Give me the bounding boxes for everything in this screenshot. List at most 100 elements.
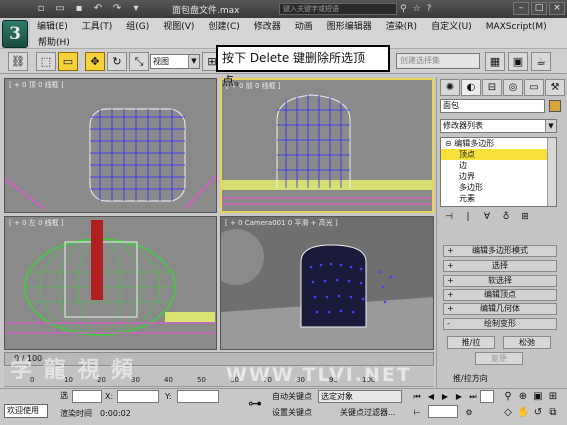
- relax-button[interactable]: 松弛: [503, 336, 551, 349]
- new-icon[interactable]: ▫: [34, 3, 48, 15]
- current-frame-field[interactable]: [480, 390, 494, 403]
- stack-item-edge[interactable]: 边: [441, 160, 556, 171]
- time-config-icon[interactable]: ⚙: [462, 406, 476, 419]
- zoom-icon[interactable]: ⚲: [502, 391, 514, 403]
- display-tab-icon[interactable]: ▭: [524, 79, 544, 96]
- revert-button[interactable]: 复原: [475, 352, 523, 365]
- dropdown-icon[interactable]: ▾: [129, 3, 143, 15]
- stack-item-element[interactable]: 元素: [441, 193, 556, 204]
- stack-item-vertex[interactable]: 顶点: [441, 149, 556, 160]
- rollout-edit-poly-mode[interactable]: + 编辑多边形模式: [443, 245, 557, 257]
- track-bar[interactable]: 0 10 20 30 40 50 60 70 80 90 100: [4, 367, 434, 387]
- stack-item-polygon[interactable]: 多边形: [441, 182, 556, 193]
- time-slider[interactable]: [4, 352, 434, 366]
- select-region-icon[interactable]: ⬚: [36, 52, 56, 71]
- zoom-extents-icon[interactable]: ▣: [532, 391, 544, 403]
- menu-rendering[interactable]: 渲染(R): [379, 21, 424, 33]
- stack-scrollbar[interactable]: [547, 138, 556, 206]
- remove-modifier-icon[interactable]: ♁: [500, 212, 512, 222]
- named-selection-set[interactable]: 创建选择集: [396, 53, 480, 69]
- pin-stack-icon[interactable]: ⊣: [443, 212, 455, 222]
- rotate-icon[interactable]: ↻: [107, 52, 127, 71]
- frame-input[interactable]: [428, 405, 458, 418]
- zoom-all-icon[interactable]: ⊕: [517, 391, 529, 403]
- render-frame-icon[interactable]: ▣: [508, 52, 528, 71]
- viewport-top[interactable]: [ + 0 顶 0 线框 ]: [4, 78, 217, 213]
- viewport-camera-label[interactable]: [ + 0 Camera001 0 平滑 + 高光 ]: [225, 218, 338, 228]
- menu-create[interactable]: 创建(C): [201, 21, 246, 33]
- stack-item-border[interactable]: 边界: [441, 171, 556, 182]
- push-pull-button[interactable]: 推/拉: [447, 336, 495, 349]
- menu-maxscript[interactable]: MAXScript(M): [479, 21, 554, 33]
- viewport-left[interactable]: [ + 0 左 0 线框 ]: [4, 216, 217, 350]
- key-filters-button[interactable]: 关键点过滤器...: [340, 407, 396, 419]
- fov-icon[interactable]: ◇: [502, 407, 514, 419]
- key-mode-toggle-icon[interactable]: ⊢: [410, 406, 424, 419]
- next-frame-icon[interactable]: ▶: [452, 390, 466, 403]
- create-tab-icon[interactable]: ✺: [440, 79, 460, 96]
- binoculars-icon[interactable]: ⚲: [400, 3, 407, 15]
- configure-sets-icon[interactable]: ⊞: [519, 212, 531, 222]
- set-key-button[interactable]: 设置关键点: [272, 407, 312, 419]
- open-icon[interactable]: ▭: [53, 3, 67, 15]
- star-icon[interactable]: ☆: [413, 3, 421, 15]
- menu-graph-editors[interactable]: 图形编辑器: [320, 21, 379, 33]
- orbit-icon[interactable]: ↺: [532, 407, 544, 419]
- zoom-extents-all-icon[interactable]: ⊞: [547, 391, 559, 403]
- x-coordinate-field[interactable]: [117, 390, 159, 403]
- undo-icon[interactable]: ↶: [91, 3, 105, 15]
- modify-tab-icon[interactable]: ◐: [461, 79, 481, 96]
- rollout-edit-vertices[interactable]: + 编辑顶点: [443, 289, 557, 301]
- rect-select-icon[interactable]: ▭: [58, 52, 78, 71]
- maximize-button[interactable]: □: [531, 2, 547, 15]
- prev-frame-icon[interactable]: ◀: [424, 390, 438, 403]
- object-color-swatch[interactable]: [549, 100, 561, 112]
- minimize-button[interactable]: –: [513, 2, 529, 15]
- redo-icon[interactable]: ↷: [110, 3, 124, 15]
- go-to-start-icon[interactable]: ⏮: [410, 390, 424, 403]
- close-button[interactable]: ×: [549, 2, 565, 15]
- stack-item-edit-poly[interactable]: ⊝ 编辑多边形: [441, 138, 556, 149]
- scale-icon[interactable]: ⤡: [129, 52, 149, 71]
- key-icon[interactable]: ⊶: [244, 390, 266, 420]
- menu-customize[interactable]: 自定义(U): [424, 21, 479, 33]
- move-icon[interactable]: ✥: [85, 52, 105, 71]
- key-mode-select[interactable]: 选定对象: [318, 390, 402, 403]
- rollout-paint-deformation[interactable]: - 绘制变形: [443, 318, 557, 330]
- menu-tools[interactable]: 工具(T): [75, 21, 120, 33]
- maxscript-listener[interactable]: 欢迎使用: [4, 404, 48, 418]
- viewport-top-label[interactable]: [ + 0 顶 0 线框 ]: [9, 80, 64, 90]
- maximize-viewport-icon[interactable]: ⧉: [547, 407, 559, 419]
- reference-coord-select[interactable]: 视图 ▼: [150, 54, 200, 69]
- show-end-result-icon[interactable]: |: [462, 212, 474, 222]
- modifier-list-dropdown[interactable]: 修改器列表 ▼: [440, 119, 557, 133]
- y-coordinate-field[interactable]: [177, 390, 219, 403]
- hierarchy-tab-icon[interactable]: ⊟: [482, 79, 502, 96]
- app-logo-button[interactable]: 3: [2, 20, 28, 48]
- menu-views[interactable]: 视图(V): [156, 21, 201, 33]
- viewport-left-label[interactable]: [ + 0 左 0 线框 ]: [9, 218, 64, 228]
- play-icon[interactable]: ▶: [438, 390, 452, 403]
- rollout-selection[interactable]: + 选择: [443, 260, 557, 272]
- rollout-soft-selection[interactable]: + 软选择: [443, 275, 557, 287]
- viewport-camera[interactable]: [ + 0 Camera001 0 平滑 + 高光 ]: [220, 216, 434, 350]
- utilities-tab-icon[interactable]: ⚒: [545, 79, 565, 96]
- render-setup-icon[interactable]: ▦: [485, 52, 505, 71]
- viewport-front[interactable]: [ + 0 前 0 线框 ]: [220, 78, 434, 213]
- object-name-field[interactable]: 面包: [440, 99, 545, 113]
- help-icon[interactable]: ?: [427, 3, 432, 15]
- menu-group[interactable]: 组(G): [119, 21, 156, 33]
- pan-icon[interactable]: ✋: [517, 407, 529, 419]
- menu-help[interactable]: 帮助(H): [38, 35, 70, 48]
- save-icon[interactable]: ▪: [72, 3, 86, 15]
- menu-animation[interactable]: 动画: [288, 21, 320, 33]
- auto-key-button[interactable]: 自动关键点: [272, 391, 312, 403]
- menu-modifiers[interactable]: 修改器: [247, 21, 288, 33]
- link-icon[interactable]: ⛓: [8, 52, 28, 71]
- motion-tab-icon[interactable]: ◎: [503, 79, 523, 96]
- menu-edit[interactable]: 编辑(E): [30, 21, 75, 33]
- go-to-end-icon[interactable]: ⏭: [466, 390, 480, 403]
- search-input[interactable]: 键入关键字或短语: [279, 3, 397, 15]
- render-icon[interactable]: ☕: [531, 52, 551, 71]
- make-unique-icon[interactable]: ∀: [481, 212, 493, 222]
